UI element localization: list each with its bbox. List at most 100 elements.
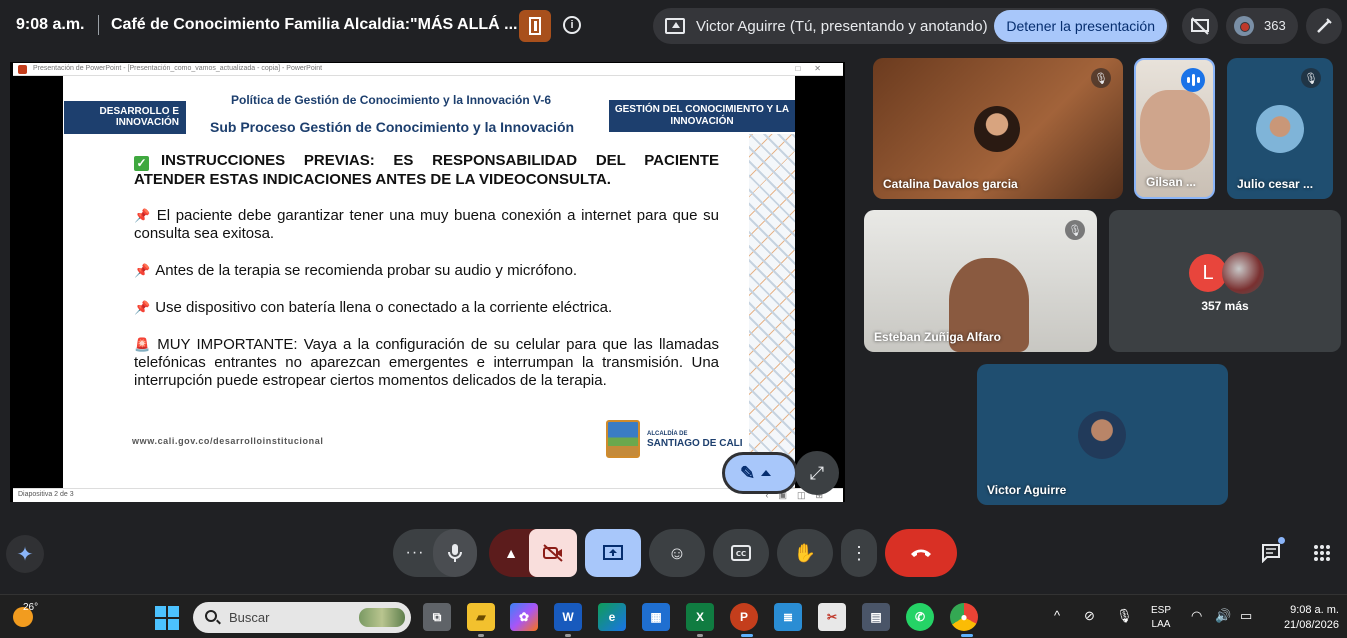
slide-url: www.cali.gov.co/desarrolloinstitucional (132, 436, 324, 446)
more-participants-label: 357 más (1201, 299, 1249, 313)
decorative-pattern (749, 134, 795, 488)
participant-name: Catalina Davalos garcia (883, 177, 1018, 191)
svg-text:CC: CC (736, 550, 746, 558)
instruction-item: 📌 El paciente debe garantizar tener una m… (134, 207, 720, 242)
captions-button[interactable]: CC (713, 529, 769, 577)
video-options-button[interactable]: ▲ (489, 529, 533, 577)
search-placeholder: Buscar (229, 610, 270, 625)
copilot-icon[interactable]: ✿ (510, 603, 538, 631)
camera-off-tray-icon[interactable]: ⊘ (1084, 608, 1095, 624)
microphone-icon (448, 544, 462, 562)
presenting-banner: Victor Aguirre (Tú, presentando y anotan… (653, 8, 1169, 44)
mic-off-icon: 🎙 (1301, 68, 1321, 88)
mic-off-icon: 🎙 (1091, 68, 1111, 88)
wifi-icon[interactable]: ◠ (1191, 608, 1202, 624)
raise-hand-button[interactable]: ✋ (777, 529, 833, 577)
door-icon (529, 17, 541, 35)
pushpin-icon: 📌 (134, 208, 152, 223)
participant-name: Gilsan ... (1146, 175, 1197, 189)
powerpoint-logo-icon (18, 65, 27, 74)
annotate-pen-icon: ✎ (740, 462, 756, 483)
instructions-heading: ✓ INSTRUCCIONES PREVIAS: ES RESPONSABILID… (134, 152, 719, 188)
present-now-button[interactable] (585, 529, 641, 577)
participants-button[interactable]: 363 (1226, 8, 1298, 44)
activities-button[interactable] (1306, 537, 1338, 569)
breakout-door-button[interactable] (519, 10, 551, 42)
participant-avatar-icon (1240, 22, 1250, 32)
meeting-title: Café de Conocimiento Familia Alcaldia:"M… (111, 16, 518, 33)
pushpin-icon: 📌 (134, 300, 151, 315)
camera-off-button[interactable] (529, 529, 577, 577)
whatsapp-icon[interactable]: ✆ (906, 603, 934, 631)
leave-call-button[interactable] (885, 529, 957, 577)
battery-icon[interactable]: ▭ (1240, 608, 1252, 624)
stop-presenting-button[interactable]: Detener la presentación (994, 10, 1167, 42)
snipping-tool-icon[interactable]: ✂ (818, 603, 846, 631)
reactions-button[interactable]: ☺ (649, 529, 705, 577)
volume-icon[interactable]: 🔊 (1215, 608, 1231, 624)
annotate-button[interactable] (1306, 8, 1342, 44)
camera-off-icon (543, 544, 563, 562)
excel-icon[interactable]: X (686, 603, 714, 631)
task-view-icon[interactable]: ⧉ (423, 603, 451, 631)
word-icon[interactable]: W (554, 603, 582, 631)
microphone-control-group: ··· (393, 529, 477, 577)
present-screen-icon (665, 18, 685, 34)
instruction-item: 📌 Antes de la terapia se recomienda proba… (134, 262, 578, 279)
pen-icon (1317, 18, 1332, 33)
presentation-slide: DESARROLLO E INNOVACIÓN Política de Gest… (63, 76, 795, 488)
chat-button[interactable] (1255, 537, 1287, 569)
participant-tile[interactable]: 🎙 Julio cesar ... (1227, 58, 1333, 199)
file-explorer-icon[interactable]: ▰ (467, 603, 495, 631)
participants-count: 363 (1264, 18, 1286, 33)
participant-tile-speaking[interactable]: Gilsan ... (1134, 58, 1215, 199)
system-clock[interactable]: 9:08 a. m. 21/08/2026 (1277, 603, 1339, 633)
gemini-button[interactable]: ✦ (6, 535, 44, 573)
self-participant-tile[interactable]: Victor Aguirre (977, 364, 1228, 505)
fullscreen-button[interactable]: ⤢ (795, 451, 839, 495)
powerpoint-statusbar: Diapositiva 2 de 3 ‹▣◫⊞ (13, 488, 843, 502)
meeting-info-icon[interactable]: i (563, 16, 581, 34)
annotation-tools-button[interactable]: ✎ (722, 452, 798, 494)
microphone-tray-icon[interactable]: 🎙 (1116, 608, 1133, 624)
chrome-icon[interactable]: ● (950, 603, 978, 631)
slide-counter: Diapositiva 2 de 3 (18, 491, 74, 498)
participant-tile[interactable]: 🎙 Esteban Zuñiga Alfaro (864, 210, 1097, 352)
expand-icon: ⤢ (809, 462, 825, 483)
participant-name: Victor Aguirre (987, 483, 1067, 497)
edge-icon[interactable]: e (598, 603, 626, 631)
present-screen-icon (603, 545, 623, 560)
notepad-icon[interactable]: ≣ (774, 603, 802, 631)
powerpoint-icon[interactable]: P (730, 603, 758, 631)
pushpin-icon: 📌 (134, 263, 151, 278)
participant-name: Esteban Zuñiga Alfaro (874, 330, 1001, 344)
audio-options-button[interactable]: ··· (393, 529, 437, 577)
slide-header-left: DESARROLLO E INNOVACIÓN (64, 101, 186, 134)
microphone-button[interactable] (433, 529, 477, 577)
logo-caption: ALCALDÍA DE (647, 431, 688, 437)
participant-avatar (1078, 411, 1126, 459)
taskbar-search[interactable]: Buscar (193, 602, 411, 633)
participant-tile[interactable]: 🎙 Catalina Davalos garcia (873, 58, 1123, 199)
calculator-icon[interactable]: ▤ (862, 603, 890, 631)
caret-up-icon (761, 470, 772, 476)
hand-icon: ✋ (793, 542, 817, 563)
logo-name: SANTIAGO DE CALI (647, 438, 743, 449)
hang-up-icon (911, 549, 931, 557)
show-hidden-icons-chevron-icon[interactable]: ^ (1054, 608, 1060, 623)
caret-up-icon: ▲ (504, 545, 518, 561)
instruction-item: 📌 Use dispositivo con batería llena o con… (134, 299, 613, 316)
apps-grid-icon (1314, 545, 1330, 561)
checkmark-icon: ✓ (134, 156, 149, 171)
input-language[interactable]: ESP LAA (1151, 604, 1171, 632)
sparkle-icon: ✦ (16, 543, 34, 566)
more-participants-tile[interactable]: L 357 más (1109, 210, 1341, 352)
alarm-light-icon: 🚨 (134, 337, 153, 352)
meeting-time: 9:08 a.m. (16, 16, 85, 33)
start-button[interactable] (155, 606, 179, 630)
mic-off-icon: 🎙 (1065, 220, 1085, 240)
more-options-button[interactable]: ⋮ (841, 529, 877, 577)
presentation-off-icon (1191, 17, 1209, 35)
store-icon[interactable]: ▦ (642, 603, 670, 631)
hide-preview-button[interactable] (1182, 8, 1218, 44)
